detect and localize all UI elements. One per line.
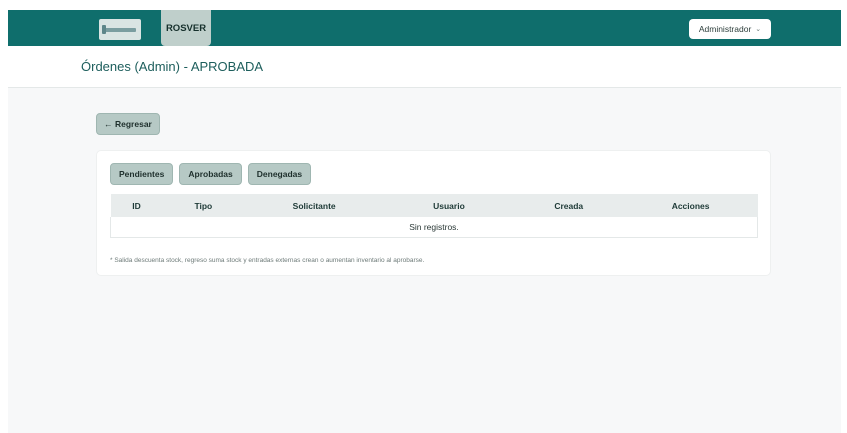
company-logo[interactable]	[99, 19, 141, 40]
brand-tab[interactable]: ROSVER	[161, 10, 211, 46]
column-header-solicitante: Solicitante	[244, 194, 385, 217]
user-menu-button[interactable]: Administrador ⌄	[689, 19, 771, 39]
table-row: Sin registros.	[110, 217, 758, 238]
empty-state-message: Sin registros.	[110, 217, 758, 238]
column-header-usuario: Usuario	[384, 194, 514, 217]
back-button[interactable]: ← Regresar	[96, 113, 160, 135]
stock-note: * Salida descuenta stock, regreso suma s…	[110, 257, 425, 264]
user-menu-label: Administrador	[698, 24, 752, 34]
chevron-down-icon: ⌄	[755, 26, 762, 33]
column-header-acciones: Acciones	[623, 194, 758, 217]
tab-pendientes[interactable]: Pendientes	[110, 163, 174, 185]
orders-table: ID Tipo Solicitante Usuario Creada Accio…	[110, 194, 758, 238]
page-title: Órdenes (Admin) - APROBADA	[81, 59, 264, 74]
page-header: Órdenes (Admin) - APROBADA	[8, 46, 841, 88]
status-tabs: Pendientes Aprobadas Denegadas	[110, 163, 312, 185]
column-header-id: ID	[110, 194, 163, 217]
logo-mark-icon	[102, 25, 106, 34]
column-header-creada: Creada	[513, 194, 624, 217]
column-header-tipo: Tipo	[162, 194, 245, 217]
logo-wordmark-icon	[104, 27, 136, 32]
top-navbar: ROSVER Administrador ⌄	[8, 10, 841, 46]
tab-aprobadas[interactable]: Aprobadas	[179, 163, 242, 185]
table-header-row: ID Tipo Solicitante Usuario Creada Accio…	[110, 194, 758, 217]
orders-card: Pendientes Aprobadas Denegadas ID Tipo S…	[96, 150, 771, 276]
tab-denegadas[interactable]: Denegadas	[247, 163, 312, 185]
app-window: ROSVER Administrador ⌄ Órdenes (Admin) -…	[8, 10, 841, 433]
